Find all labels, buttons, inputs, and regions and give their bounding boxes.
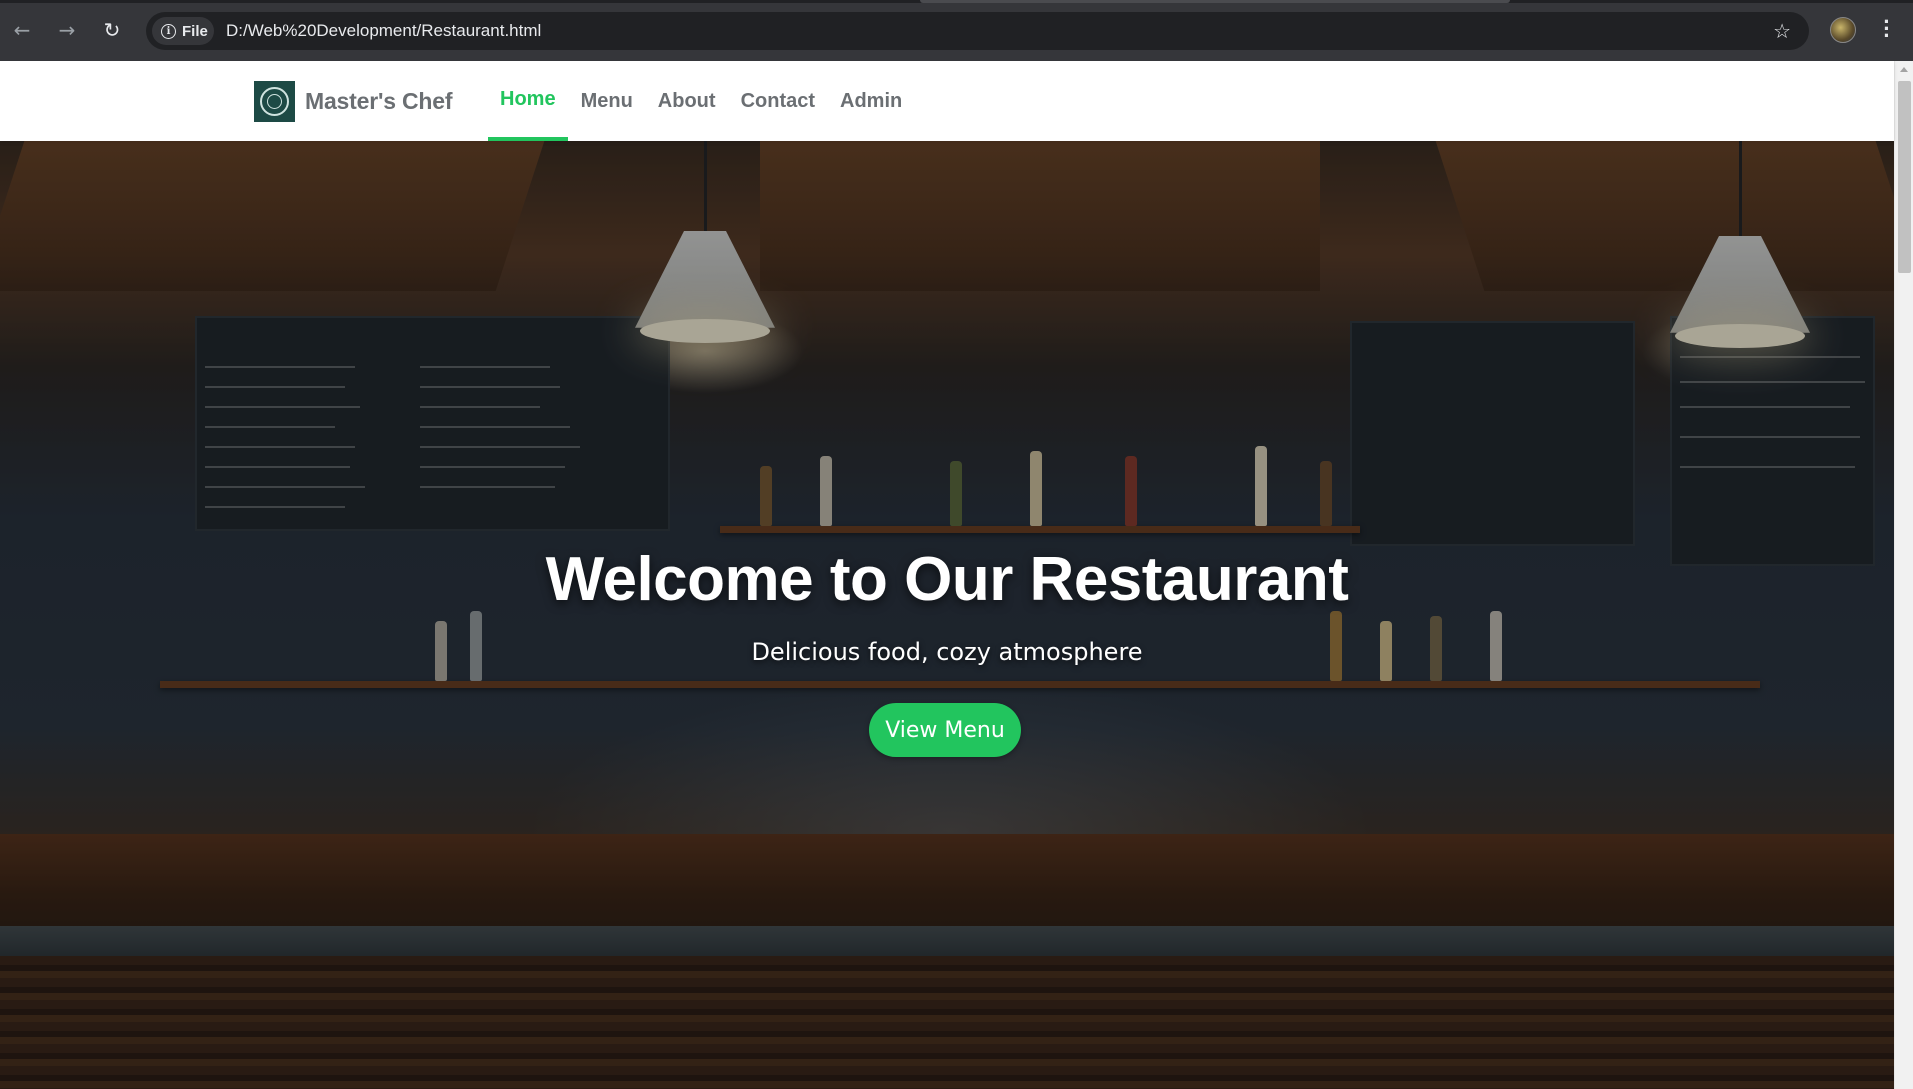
brand-name: Master's Chef (305, 88, 453, 114)
site-navbar: Master's Chef Home Menu About Contact Ad… (0, 61, 1894, 141)
nav-link-admin[interactable]: Admin (828, 61, 914, 141)
page-viewport: Master's Chef Home Menu About Contact Ad… (0, 61, 1913, 1089)
brand[interactable]: Master's Chef (254, 81, 453, 122)
hero-subtitle: Delicious food, cozy atmosphere (751, 638, 1143, 666)
site-info-chip[interactable]: i File (152, 17, 214, 45)
restaurant-logo (254, 81, 295, 122)
nav-link-menu[interactable]: Menu (569, 61, 645, 141)
site-chip-label: File (182, 22, 208, 40)
scroll-up-icon[interactable] (1900, 67, 1908, 72)
reload-icon[interactable]: ↻ (98, 16, 126, 44)
address-bar[interactable]: i File D:/Web%20Development/Restaurant.h… (146, 12, 1809, 50)
hero-section: Welcome to Our Restaurant Delicious food… (0, 141, 1894, 1089)
nav-links: Home Menu About Contact Admin (488, 61, 915, 141)
view-menu-button[interactable]: View Menu (869, 703, 1021, 757)
hero-title: Welcome to Our Restaurant (545, 545, 1349, 614)
arrow-left-icon[interactable]: ← (8, 16, 36, 44)
tab-strip-edge (0, 0, 1913, 3)
browser-toolbar: ← → ↻ i File D:/Web%20Development/Restau… (0, 0, 1913, 61)
info-icon: i (161, 23, 176, 39)
scrollbar-thumb[interactable] (1898, 81, 1911, 273)
nav-link-home[interactable]: Home (488, 61, 568, 141)
url-text[interactable]: D:/Web%20Development/Restaurant.html (226, 21, 541, 41)
page-scrollbar[interactable] (1894, 61, 1913, 1089)
hero-content: Welcome to Our Restaurant Delicious food… (0, 141, 1894, 1089)
nav-link-contact[interactable]: Contact (729, 61, 827, 141)
profile-avatar[interactable] (1830, 17, 1856, 43)
star-icon[interactable]: ☆ (1773, 19, 1791, 43)
arrow-right-icon[interactable]: → (53, 16, 81, 44)
nav-link-about[interactable]: About (646, 61, 728, 141)
kebab-menu-icon[interactable]: · · · (1882, 11, 1892, 47)
